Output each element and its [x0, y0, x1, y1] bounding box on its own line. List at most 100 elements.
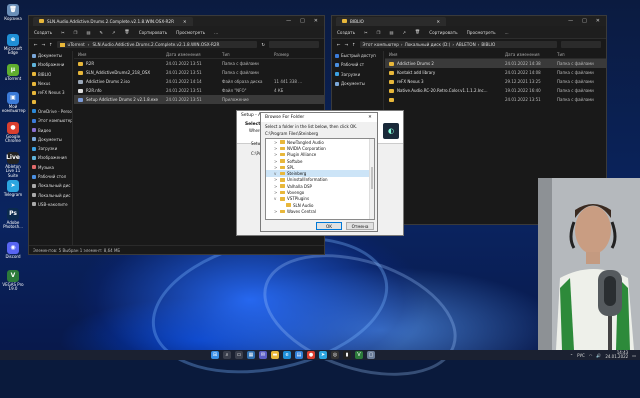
start-taskbar-icon[interactable]: ⊞ [211, 351, 219, 359]
paste-icon[interactable]: ▤ [86, 30, 90, 35]
chevron-right-icon[interactable]: > [274, 159, 278, 164]
nav-item[interactable]: USB-накопите [29, 200, 72, 209]
desktop-icon[interactable]: µ uTorrent [2, 64, 24, 81]
telegram-taskbar-icon[interactable]: ➤ [319, 351, 327, 359]
column-type[interactable]: Тип [557, 52, 605, 57]
nav-item[interactable]: Видео [29, 125, 72, 134]
file-row[interactable]: Addictive Drums 2.iso 24.01.2022 14:14 Фай… [74, 77, 324, 86]
chrome-taskbar-icon[interactable]: ● [307, 351, 315, 359]
volume-icon[interactable]: 🔊 [596, 353, 601, 358]
file-row[interactable]: SLN_AddictiveDrums2_218_OSX 24.01.2022 13… [74, 68, 324, 77]
minimize-button[interactable]: — [568, 18, 573, 24]
language-indicator[interactable]: РУС [577, 353, 585, 358]
search-input[interactable] [561, 41, 601, 48]
breadcrumb-item[interactable]: Этот компьютер [363, 42, 399, 47]
maximize-button[interactable]: □ [300, 18, 305, 24]
nav-item[interactable]: Быстрый доступ [332, 51, 383, 60]
folder-tree[interactable]: > NewTangled Audio > NVIDIA Corporation > Plu… [265, 138, 375, 220]
desktop-icon[interactable]: Ps Adobe Photosh... [2, 208, 24, 230]
close-tab-icon[interactable]: ✕ [436, 19, 440, 24]
sort-button[interactable]: Сортировать [429, 30, 457, 35]
cut-icon[interactable]: ✂ [364, 30, 368, 35]
copy-icon[interactable]: ❐ [377, 30, 381, 35]
search-taskbar-icon[interactable]: ⌕ [223, 351, 231, 359]
nav-item[interactable]: Изображени [29, 60, 72, 69]
nav-item[interactable]: Загрузки [29, 144, 72, 153]
back-icon[interactable]: ← [337, 42, 341, 47]
chevron-down-icon[interactable]: v [274, 171, 278, 176]
desktop-icon[interactable]: ● Google Chrome [2, 122, 24, 144]
vegas-taskbar-icon[interactable]: V [355, 351, 363, 359]
desktop-icon[interactable]: V VEGAS Pro 19.0 [2, 270, 24, 292]
close-icon[interactable]: ✕ [363, 113, 377, 122]
obs-taskbar-icon[interactable]: ◎ [331, 351, 339, 359]
desktop-icon[interactable]: ◉ Discord [2, 242, 24, 259]
chat-taskbar-icon[interactable]: ✉ [259, 351, 267, 359]
clock[interactable]: 14:43 24.01.2022 [605, 350, 628, 360]
copy-icon[interactable]: ❐ [74, 30, 78, 35]
edge-taskbar-icon[interactable]: e [283, 351, 291, 359]
file-row[interactable]: Addictive Drums 2 24.01.2022 14:38 Папка с… [385, 59, 606, 68]
maximize-button[interactable]: □ [582, 18, 587, 24]
wifi-icon[interactable]: ◠ [589, 353, 593, 358]
sort-button[interactable]: Сортировать [139, 30, 167, 35]
column-name[interactable]: Имя [74, 52, 166, 57]
column-date[interactable]: Дата изменения [505, 52, 557, 57]
up-icon[interactable]: ↑ [352, 42, 356, 47]
more-button[interactable]: ... [214, 30, 218, 35]
ableton-taskbar-icon[interactable]: ▮ [343, 351, 351, 359]
more-button[interactable]: ... [505, 30, 509, 35]
tree-node[interactable]: > Waves Central [266, 208, 374, 214]
up-icon[interactable]: ↑ [49, 42, 53, 47]
nav-item[interactable]: Рабочий ст [332, 60, 383, 69]
breadcrumb-item[interactable]: Локальный диск (D:) [405, 42, 451, 47]
file-row[interactable]: reFX Nexus 3 29.12.2021 13:25 Папка с файл… [385, 77, 606, 86]
file-row[interactable]: R2R 24.01.2022 13:51 Папка с файлами [74, 59, 324, 68]
cancel-button[interactable]: Отмена [346, 222, 374, 230]
breadcrumb-item[interactable]: ABLETON [456, 42, 476, 47]
close-button[interactable]: ✕ [596, 18, 600, 24]
chevron-right-icon[interactable]: > [274, 165, 278, 170]
desktop-icon[interactable]: e Microsoft Edge [2, 34, 24, 56]
desktop-icon[interactable]: ➤ Telegram [2, 180, 24, 197]
nav-item[interactable]: BIBLIO [29, 70, 72, 79]
forward-icon[interactable]: → [42, 42, 46, 47]
desktop-icon[interactable]: ▣ Мой компьютер [2, 92, 26, 114]
close-tab-icon[interactable]: ✕ [183, 19, 187, 24]
minimize-button[interactable]: — [286, 18, 291, 24]
nav-item[interactable]: OneDrive - Perso [29, 107, 72, 116]
column-type[interactable]: Тип [222, 52, 274, 57]
chevron-down-icon[interactable]: v [274, 196, 278, 201]
chevron-right-icon[interactable]: > [274, 140, 278, 145]
address-bar[interactable]: Этот компьютер › Локальный диск (D:) › ABLET… [359, 41, 557, 48]
explorer-taskbar-icon[interactable]: ▬ [271, 351, 279, 359]
file-row[interactable]: Setup Addictive Drums 2 v2.1.8.exe 24.01.… [74, 95, 324, 104]
breadcrumb-item[interactable]: BIBLIO [481, 42, 495, 47]
forward-icon[interactable]: → [345, 42, 349, 47]
tree-scrollbar[interactable] [369, 139, 374, 219]
nav-item[interactable]: Nexus [29, 79, 72, 88]
browse-for-folder-dialog[interactable]: Browse For Folder ✕ Select a folder in t… [260, 112, 378, 232]
breadcrumb-item[interactable]: SLN.Audio.Addictive.Drums.2.Complete.v2.… [92, 42, 219, 47]
nav-item[interactable]: Рабочий стол [29, 172, 72, 181]
column-date[interactable]: Дата изменения [166, 52, 222, 57]
notifications-icon[interactable]: ▭ [632, 353, 636, 358]
store-taskbar-icon[interactable]: ▤ [295, 351, 303, 359]
file-row[interactable]: 24.01.2022 13:51 Папка с файлами [385, 95, 606, 104]
chevron-right-icon[interactable]: > [274, 146, 278, 151]
close-button[interactable]: ✕ [314, 18, 318, 24]
refresh-icon[interactable]: ↻ [261, 42, 265, 47]
window-tab[interactable]: SLN.Audio.Addictive.Drums.2.Complete.v2.… [33, 16, 193, 26]
nav-item[interactable]: Загрузки [332, 70, 383, 79]
delete-icon[interactable]: 🗑 [124, 29, 129, 35]
view-button[interactable]: Просмотреть [176, 30, 205, 35]
search-input[interactable] [269, 41, 319, 48]
task-view-taskbar-icon[interactable]: ▭ [235, 351, 243, 359]
nav-item[interactable]: Документы [332, 79, 383, 88]
address-bar[interactable]: uTorrent › SLN.Audio.Addictive.Drums.2.C… [56, 41, 258, 48]
chevron-up-icon[interactable]: ⌃ [570, 353, 573, 358]
nav-item[interactable]: Музыка [29, 163, 72, 172]
nav-item[interactable]: Документы [29, 135, 72, 144]
paste-icon[interactable]: ▤ [389, 30, 393, 35]
nav-item[interactable]: Локальный дис [29, 190, 72, 199]
